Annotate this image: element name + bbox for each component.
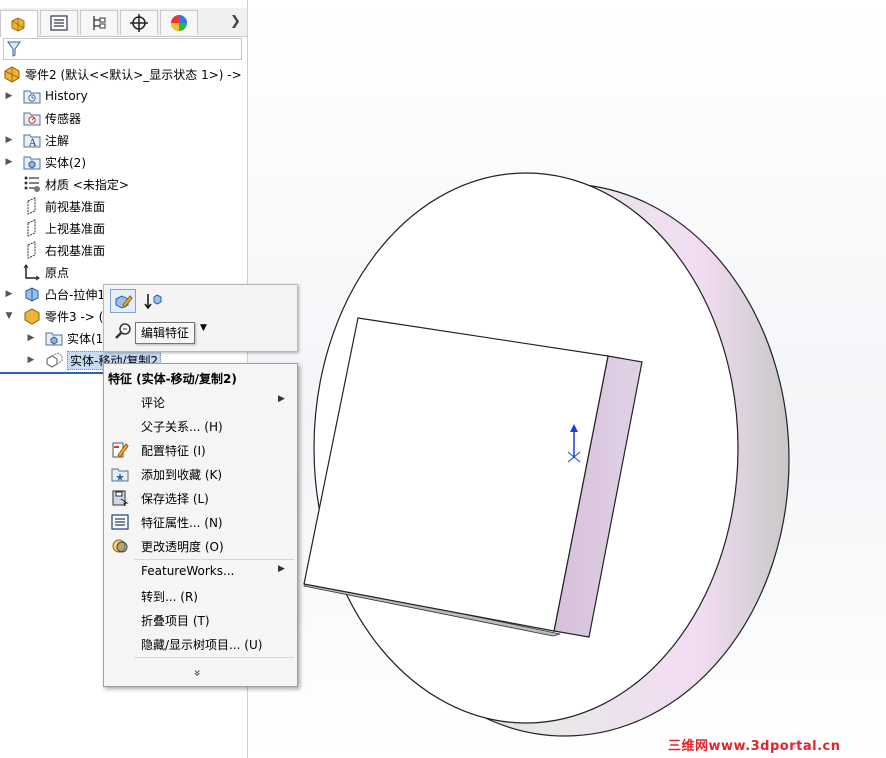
tree-item-boss-extrude[interactable]: ▶ 凸台-拉伸1 [3,284,105,304]
tree-item-label: 零件3 -> ( [45,309,104,324]
part-icon [23,307,41,325]
tree-item-part3-body[interactable]: ▶ 实体(1 [25,328,103,348]
part-icon [3,65,21,83]
tab-scroll-right-icon[interactable]: ❯ [230,14,241,29]
configure-pencil-icon [111,441,129,459]
tree-item-front-plane[interactable]: 前视基准面 [3,196,105,216]
edit-feature-button[interactable] [110,289,136,313]
menu-item-change-transparency[interactable]: 更改透明度 (O) [104,535,297,557]
property-manager-icon [50,15,68,31]
menu-separator [134,657,294,658]
context-toolbar: ▼ [103,284,298,352]
menu-separator [134,559,294,560]
submenu-arrow-icon: ▶ [278,394,285,404]
expand-arrow-icon[interactable]: ▶ [3,157,15,167]
menu-item-parent-child[interactable]: 父子关系... (H) [104,415,297,437]
zoom-selection-icon [115,323,131,339]
annotation-folder-icon: A [23,131,41,149]
tree-item-annotations[interactable]: ▶ A 注解 [3,130,69,150]
tree-item-history[interactable]: ▶ History [3,86,88,106]
tab-dimxpert-manager[interactable] [120,10,158,35]
menu-item-featureworks[interactable]: FeatureWorks... ▶ [104,561,297,583]
tree-item-label: 注解 [45,133,70,148]
origin-icon [23,263,41,281]
collapse-arrow-icon[interactable]: ▼ [3,311,15,321]
tree-filter-input[interactable] [3,38,242,60]
sensor-folder-icon [23,109,41,127]
plane-icon [23,241,41,259]
tree-item-label: History [45,89,88,103]
configuration-manager-icon [93,16,106,30]
tree-item-label: 上视基准面 [45,221,106,236]
tree-item-right-plane[interactable]: 右视基准面 [3,240,105,260]
menu-item-feature-properties[interactable]: 特征属性... (N) [104,511,297,533]
history-folder-icon [23,87,41,105]
tab-property-manager[interactable] [40,10,78,35]
tab-feature-manager[interactable] [0,10,38,37]
rollback-button[interactable] [140,289,166,313]
solid-bodies-folder-icon [45,329,63,347]
tree-item-label: 前视基准面 [45,199,106,214]
menu-title: 特征 (实体-移动/复制2) [108,372,237,386]
properties-icon [111,513,129,531]
tree-item-sensors[interactable]: 传感器 [3,108,81,128]
expand-arrow-icon[interactable]: ▶ [3,289,15,299]
tree-item-material[interactable]: 材质 <未指定> [3,174,129,194]
transparency-icon [111,537,129,555]
move-copy-body-icon [45,351,63,369]
plane-icon [23,197,41,215]
tree-item-label: 原点 [45,265,70,280]
submenu-arrow-icon: ▶ [278,564,285,574]
zoom-to-selection-button[interactable] [110,319,136,343]
edit-feature-icon [115,295,133,309]
filter-funnel-icon [7,41,21,57]
display-manager-icon [171,15,187,31]
menu-item-add-to-favorites[interactable]: 添加到收藏 (K) [104,463,297,485]
tree-item-label: 凸台-拉伸1 [45,287,105,302]
extrude-feature-icon [23,285,41,303]
tree-item-label: 传感器 [45,111,82,126]
tree-item-label: 实体(2) [45,155,86,170]
3d-model[interactable] [248,0,886,758]
tree-root-part[interactable]: 零件2 (默认<<默认>_显示状态 1>) -> [3,64,242,84]
tree-item-top-plane[interactable]: 上视基准面 [3,218,105,238]
tooltip-edit-feature: 编辑特征 [135,322,196,344]
expand-arrow-icon[interactable]: ▶ [25,333,37,343]
context-menu: 特征 (实体-移动/复制2) 评论 ▶ 父子关系... (H) 配置特征 (I)… [103,363,298,687]
tree-item-label: 实体(1 [67,331,104,346]
save-selection-icon [111,489,129,507]
menu-item-hide-show-tree-items[interactable]: 隐藏/显示树项目... (U) [104,633,297,655]
plane-icon [23,219,41,237]
menu-item-save-selection[interactable]: 保存选择 (L) [104,487,297,509]
menu-item-comment[interactable]: 评论 ▶ [104,391,297,413]
tab-configuration-manager[interactable] [80,10,118,35]
expand-arrow-icon[interactable]: ▶ [25,355,37,365]
menu-item-collapse-items[interactable]: 折叠项目 (T) [104,609,297,631]
graphics-viewport[interactable] [248,0,886,758]
manager-tab-bar: ❯ [0,8,247,37]
menu-item-configure-feature[interactable]: 配置特征 (I) [104,439,297,461]
svg-text:A: A [28,138,37,148]
tree-item-part3[interactable]: ▼ 零件3 -> ( [3,306,103,326]
material-icon [23,175,41,193]
expand-arrow-icon[interactable]: ▶ [3,135,15,145]
tree-root-label: 零件2 (默认<<默认>_显示状态 1>) -> [25,67,242,82]
rollback-icon [144,294,162,310]
watermark: 三维网www.3dportal.cn [668,739,841,754]
tree-item-solid-bodies[interactable]: ▶ 实体(2) [3,152,86,172]
tree-item-origin[interactable]: 原点 [3,262,69,282]
box-front-face[interactable] [303,317,609,632]
feature-manager-icon [11,17,25,32]
toolbar-dropdown-icon[interactable]: ▼ [200,323,207,333]
tree-item-label: 材质 <未指定> [45,177,129,192]
favorites-folder-icon [111,465,129,483]
expand-menu-chevron-icon[interactable]: » [191,669,205,676]
tab-display-manager[interactable] [160,10,198,35]
expand-arrow-icon[interactable]: ▶ [3,91,15,101]
tree-item-label: 右视基准面 [45,243,106,258]
menu-item-go-to[interactable]: 转到... (R) [104,585,297,607]
solid-bodies-folder-icon [23,153,41,171]
dimxpert-crosshair-icon [130,14,148,32]
